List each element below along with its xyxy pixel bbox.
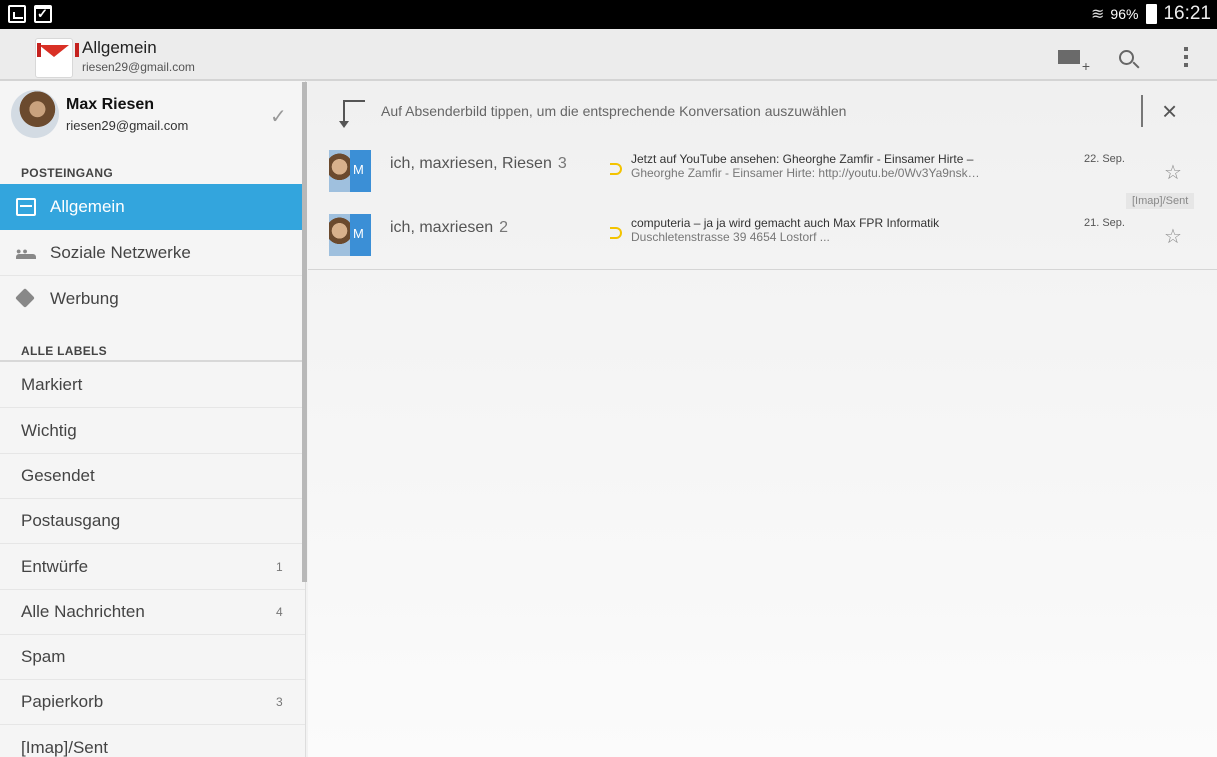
- conversation-snippet: Gheorghe Zamfir - Einsamer Hirte: http:/…: [631, 166, 980, 180]
- people-icon: [16, 244, 36, 262]
- sender-avatar[interactable]: M: [329, 150, 371, 192]
- sidebar-item-label: Allgemein: [50, 197, 125, 216]
- label-item-name: [Imap]/Sent: [21, 738, 108, 757]
- avatar: [11, 90, 59, 138]
- close-icon[interactable]: ×: [1162, 95, 1177, 127]
- compose-icon: [1058, 50, 1090, 74]
- label-item-imap-sent[interactable]: [Imap]/Sent: [0, 725, 305, 757]
- label-item-name: Markiert: [21, 374, 83, 394]
- important-marker-icon[interactable]: [610, 227, 622, 239]
- label-item-markiert[interactable]: Markiert: [0, 362, 305, 408]
- clock: 16:21: [1163, 3, 1211, 24]
- label-item-count: 3: [276, 694, 283, 709]
- actionbar-account[interactable]: riesen29@gmail.com: [82, 60, 195, 74]
- tip-text: Auf Absenderbild tippen, um die entsprec…: [381, 103, 847, 119]
- message-count: 2: [499, 219, 509, 236]
- compose-button[interactable]: [1049, 41, 1090, 74]
- message-count: 3: [557, 155, 567, 172]
- tag-icon: [16, 290, 36, 308]
- search-icon: [1118, 49, 1134, 65]
- drawer-scrollbar[interactable]: [302, 82, 307, 582]
- sender-avatar[interactable]: M: [329, 214, 371, 256]
- label-item-name: Spam: [21, 646, 66, 666]
- conversation-senders: ich, maxriesen 2: [390, 219, 509, 236]
- label-item-name: Wichtig: [21, 420, 77, 440]
- checkmark-icon: ✓: [270, 106, 287, 128]
- conversation-row[interactable]: M ich, maxriesen, Riesen 3 Jetzt auf YouT…: [308, 143, 1217, 209]
- battery-percent: 96%: [1110, 6, 1139, 22]
- sidebar-item-label: Werbung: [50, 289, 119, 308]
- star-icon[interactable]: ☆: [1164, 160, 1182, 185]
- conversation-date: 21. Sep.: [1084, 217, 1125, 229]
- section-header-labels: ALLE LABELS: [21, 344, 107, 358]
- label-item-name: Entwürfe: [21, 556, 89, 576]
- account-email: riesen29@gmail.com: [66, 118, 189, 133]
- account-header[interactable]: Max Riesen riesen29@gmail.com ✓: [0, 81, 305, 149]
- label-item-spam[interactable]: Spam: [0, 634, 305, 680]
- label-item-name: Alle Nachrichten: [21, 601, 145, 621]
- conversation-row[interactable]: M ich, maxriesen 2 computeria – ja ja wir…: [308, 207, 1217, 270]
- gmail-logo-icon[interactable]: [35, 38, 79, 78]
- label-item-wichtig[interactable]: Wichtig: [0, 408, 305, 454]
- status-bar: ≋ 96% 16:21: [0, 0, 1217, 29]
- search-button[interactable]: [1106, 41, 1146, 73]
- label-item-postausgang[interactable]: Postausgang: [0, 498, 305, 544]
- arrow-icon: [339, 100, 365, 128]
- label-item-count: 4: [276, 604, 283, 619]
- task-notification-icon: [34, 5, 52, 23]
- divider: [1141, 95, 1143, 127]
- inbox-icon: [16, 198, 36, 216]
- account-name: Max Riesen: [66, 96, 155, 113]
- tip-banner: Auf Absenderbild tippen, um die entsprec…: [308, 81, 1217, 143]
- overflow-menu-button[interactable]: [1166, 41, 1206, 73]
- label-item-gesendet[interactable]: Gesendet: [0, 453, 305, 499]
- label-item-count: 1: [276, 559, 283, 574]
- battery-icon: [1146, 4, 1158, 24]
- conversation-date: 22. Sep.: [1084, 153, 1125, 165]
- sidebar-item-allgemein[interactable]: Allgemein: [0, 184, 305, 230]
- sidebar-item-werbung[interactable]: Werbung: [0, 276, 305, 322]
- more-vert-icon: [1184, 47, 1188, 67]
- sidebar-item-soziale-netzwerke[interactable]: Soziale Netzwerke: [0, 230, 305, 276]
- important-marker-icon[interactable]: [610, 163, 622, 175]
- action-bar: Allgemein riesen29@gmail.com: [0, 29, 1217, 81]
- label-item-entwuerfe[interactable]: Entwürfe 1: [0, 544, 305, 590]
- label-item-name: Papierkorb: [21, 691, 104, 711]
- label-item-name: Postausgang: [21, 510, 121, 530]
- conversation-senders: ich, maxriesen, Riesen 3: [390, 155, 567, 172]
- wifi-icon: ≋: [1091, 6, 1105, 23]
- conversation-subject: computeria – ja ja wird gemacht auch Max…: [631, 216, 940, 230]
- conversation-snippet: Duschletenstrasse 39 4654 Lostorf ...: [631, 230, 830, 244]
- section-header-inbox: POSTEINGANG: [21, 166, 113, 180]
- sidebar-item-label: Soziale Netzwerke: [50, 242, 191, 262]
- actionbar-title[interactable]: Allgemein: [82, 38, 157, 58]
- label-item-alle-nachrichten[interactable]: Alle Nachrichten 4: [0, 589, 305, 635]
- label-item-name: Gesendet: [21, 465, 95, 485]
- star-icon[interactable]: ☆: [1164, 224, 1182, 249]
- conversation-subject: Jetzt auf YouTube ansehen: Gheorghe Zamf…: [631, 152, 974, 166]
- screenshot-notification-icon: [8, 5, 26, 23]
- navigation-drawer: Max Riesen riesen29@gmail.com ✓ POSTEING…: [0, 81, 306, 757]
- label-item-papierkorb[interactable]: Papierkorb 3: [0, 679, 305, 725]
- conversation-list-pane: Auf Absenderbild tippen, um die entsprec…: [308, 81, 1217, 757]
